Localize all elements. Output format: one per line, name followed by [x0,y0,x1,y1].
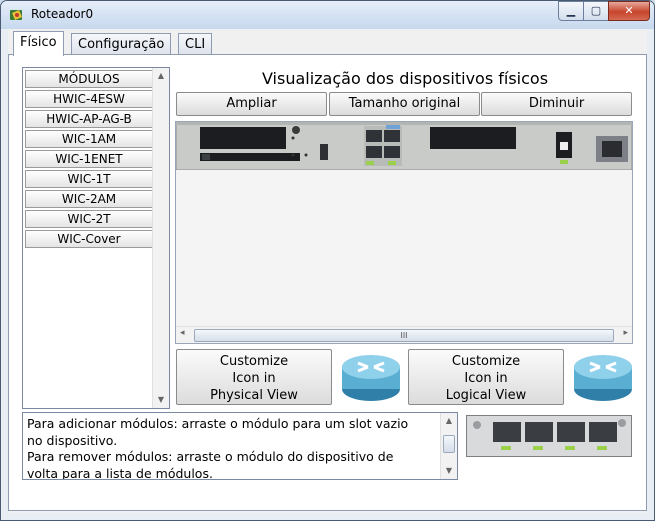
zoom-in-button[interactable]: Ampliar [176,92,327,116]
customize-logical-icon-button[interactable]: Customize Icon in Logical View [408,349,564,405]
tab-bar: Físico Configuração CLI [8,31,647,56]
module-list[interactable]: MÓDULOS HWIC-4ESW HWIC-AP-AG-B WIC-1AM W… [22,67,170,409]
instructions-text: Para adicionar módulos: arraste o módulo… [27,416,409,480]
module-header[interactable]: MÓDULOS [25,70,153,88]
module-wic-2am[interactable]: WIC-2AM [25,190,153,208]
device-physical-view[interactable]: ◂ III ▸ [175,121,633,344]
hwic-4esw-module-icon [467,416,631,456]
close-button[interactable]: ✕ [608,1,650,21]
module-wic-cover[interactable]: WIC-Cover [25,230,153,248]
scroll-down-arrow-icon[interactable]: ▼ [156,395,166,405]
zoom-out-button[interactable]: Diminuir [481,92,632,116]
router-logical-icon [574,355,632,401]
router-config-window: Roteador0 ▁ ▢ ✕ Físico Configuração CLI … [0,0,655,521]
scroll-left-arrow-icon[interactable]: ◂ [180,328,185,338]
scroll-right-arrow-icon[interactable]: ▸ [623,328,628,338]
module-list-scrollbar[interactable]: ▲ ▼ [152,68,169,408]
module-wic-1am[interactable]: WIC-1AM [25,130,153,148]
device-view-horizontal-scrollbar[interactable]: ◂ III ▸ [176,326,632,343]
module-preview-image [466,415,632,457]
router-chassis-image[interactable] [176,122,632,170]
physical-view-title: Visualização dos dispositivos físicos [261,69,549,88]
scroll-up-arrow-icon[interactable]: ▲ [156,71,166,81]
scroll-thumb[interactable]: III [194,329,614,342]
scroll-thumb[interactable] [443,435,455,453]
title-bar[interactable]: Roteador0 ▁ ▢ ✕ [1,1,654,29]
original-size-button[interactable]: Tamanho original [329,92,480,116]
client-area: Físico Configuração CLI MÓDULOS HWIC-4ES… [8,29,647,513]
instructions-scrollbar[interactable]: ▲ ▼ [440,413,457,479]
module-hwic-4esw[interactable]: HWIC-4ESW [25,90,153,108]
tab-cli[interactable]: CLI [178,33,213,55]
module-wic-1enet[interactable]: WIC-1ENET [25,150,153,168]
minimize-button[interactable]: ▁ [558,1,584,21]
tab-configuracao[interactable]: Configuração [71,33,172,55]
instructions-textbox[interactable]: Para adicionar módulos: arraste o módulo… [22,412,458,480]
packet-tracer-icon [10,10,22,20]
maximize-button[interactable]: ▢ [583,1,609,21]
router-physical-icon [342,355,400,401]
customize-physical-icon-button[interactable]: Customize Icon in Physical View [176,349,332,405]
scroll-up-arrow-icon[interactable]: ▲ [444,416,454,426]
module-hwic-ap-ag-b[interactable]: HWIC-AP-AG-B [25,110,153,128]
scroll-down-arrow-icon[interactable]: ▼ [444,466,454,476]
tab-fisico[interactable]: Físico [13,31,64,56]
window-title: Roteador0 [31,7,94,21]
module-wic-2t[interactable]: WIC-2T [25,210,153,228]
module-wic-1t[interactable]: WIC-1T [25,170,153,188]
